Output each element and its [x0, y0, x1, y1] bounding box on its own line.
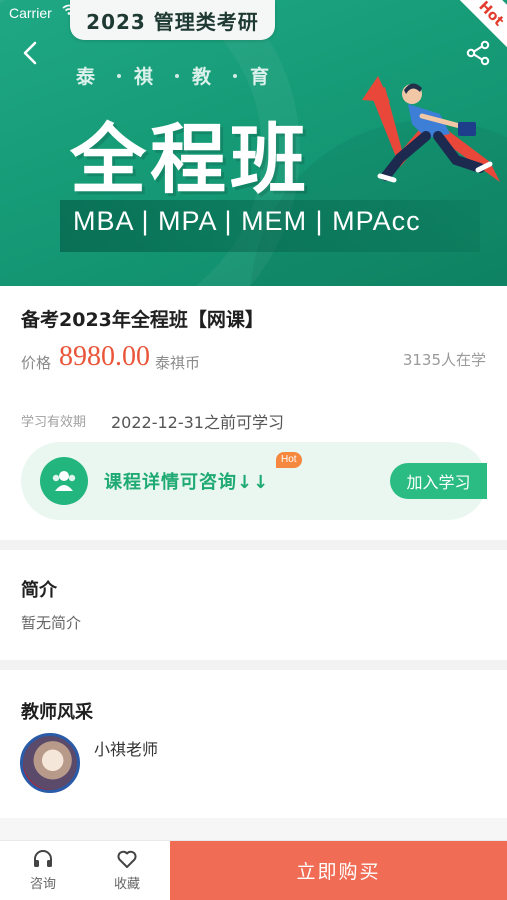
heart-icon [117, 850, 137, 868]
course-title: 备考2023年全程班【网课】 [21, 309, 264, 331]
intro-content: 暂无简介 [21, 614, 82, 632]
course-detail-page: Carrier M 2023 管理类考研 Hot 泰 祺 教 育 全程班 MBA… [0, 0, 507, 900]
consult-text: 课程详情可咨询↓↓ [104, 472, 270, 493]
section-divider [0, 660, 507, 670]
brand-char-4: 育 [250, 66, 278, 88]
join-study-button[interactable]: 加入学习 [390, 463, 487, 499]
validity-value: 2022-12-31之前可学习 [111, 413, 284, 432]
consult-button[interactable]: 咨询 [13, 848, 73, 894]
favorite-button[interactable]: 收藏 [97, 848, 157, 894]
brand-char-3: 教 [192, 66, 220, 88]
section-divider [0, 540, 507, 550]
favorite-label: 收藏 [113, 877, 140, 892]
intro-title: 简介 [21, 580, 57, 601]
price-label: 价格 [21, 354, 52, 372]
section-divider [0, 818, 507, 840]
teachers-title: 教师风采 [21, 702, 93, 723]
buy-now-button[interactable]: 立即购买 [170, 841, 507, 900]
banner-programs: MBA | MPA | MEM | MPAcc [73, 206, 421, 236]
price-unit: 泰祺币 [155, 354, 201, 372]
validity-label: 学习有效期 [21, 415, 87, 430]
carrier-label: Carrier [9, 5, 52, 21]
hot-badge: Hot [276, 452, 302, 468]
headset-icon [34, 850, 52, 867]
brand-char-1: 泰 [76, 66, 104, 88]
teacher-name[interactable]: 小祺老师 [94, 736, 158, 760]
consult-label: 咨询 [29, 877, 56, 892]
course-banner: Carrier M 2023 管理类考研 Hot 泰 祺 教 育 全程班 MBA… [0, 0, 507, 286]
exam-tag: 2023 管理类考研 [70, 0, 275, 40]
back-arrow-icon[interactable] [16, 38, 46, 68]
banner-headline: 全程班 [70, 115, 310, 204]
group-icon [52, 471, 76, 491]
brand-char-2: 祺 [134, 66, 162, 88]
running-man-illustration [362, 76, 500, 183]
price-value: 8980.00 [59, 341, 150, 372]
share-icon[interactable] [463, 38, 493, 68]
student-count: 3135人在学 [402, 351, 486, 369]
teacher-avatar[interactable] [20, 733, 80, 793]
consult-group-icon [40, 457, 88, 505]
